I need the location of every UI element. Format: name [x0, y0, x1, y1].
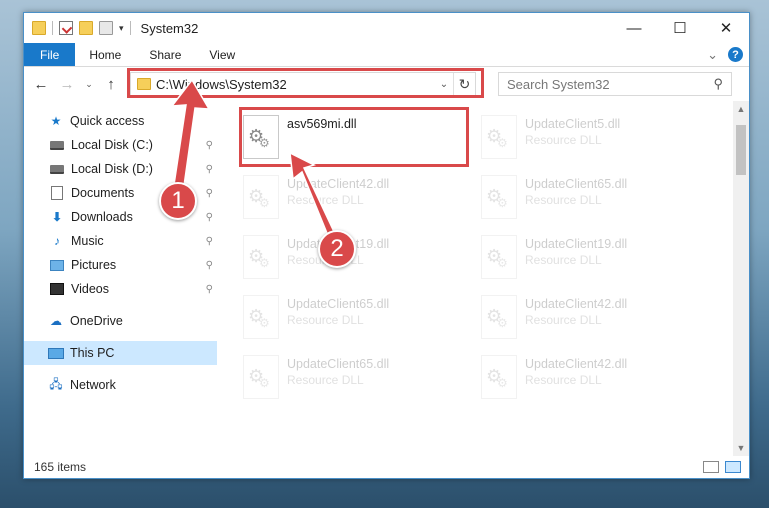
step-1-badge: 1: [159, 182, 197, 220]
arrow-2: [289, 151, 338, 245]
step-2-badge: 2: [318, 230, 356, 268]
annotation-arrows: [170, 78, 338, 245]
